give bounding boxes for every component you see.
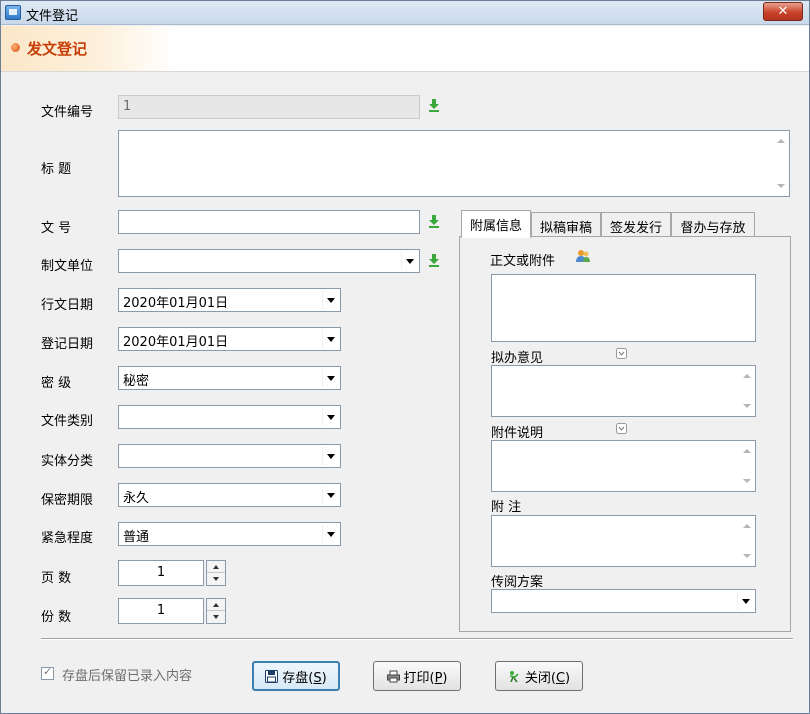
chevron-down-icon[interactable] [737, 592, 754, 610]
chevron-down-icon[interactable] [322, 525, 339, 543]
tab-panel: 正文或附件 拟办意见 附件说明 附 注 传阅方案 [459, 236, 791, 632]
dialog-window: 文件登记 ✕ 发文登记 文件编号 1 标 题 文 号 制文单位 行文日期 202… [0, 0, 810, 714]
tab-draft-review[interactable]: 拟稿审稿 [531, 212, 601, 237]
urgency-value: 普通 [123, 530, 150, 545]
secrecy-value: 秘密 [123, 374, 150, 389]
chevron-down-icon[interactable] [322, 408, 339, 426]
remarks-textarea[interactable] [491, 515, 756, 567]
body-attachment-label: 正文或附件 [490, 254, 556, 269]
draft-opinion-label: 拟办意见 [491, 351, 544, 366]
issue-date-picker[interactable]: 2020年01月01日 [118, 288, 341, 312]
people-icon[interactable] [576, 249, 590, 263]
chevron-down-icon[interactable] [322, 330, 339, 348]
draft-opinion-textarea[interactable] [491, 365, 756, 417]
chevron-down-icon[interactable] [322, 486, 339, 504]
pages-stepper[interactable]: 1 [118, 560, 228, 586]
register-date-label: 登记日期 [41, 337, 94, 352]
printer-icon [386, 670, 400, 682]
print-button-text: 打印( [403, 670, 435, 686]
pages-label: 页 数 [41, 571, 72, 586]
register-date-value: 2020年01月01日 [123, 335, 229, 350]
draft-opinion-scrollbar[interactable] [739, 366, 755, 416]
attachment-note-textarea[interactable] [491, 440, 756, 492]
register-date-picker[interactable]: 2020年01月01日 [118, 327, 341, 351]
tab-supervise-storage[interactable]: 督办与存放 [671, 212, 755, 237]
file-no-field[interactable]: 1 [118, 95, 420, 119]
title-bar: 文件登记 ✕ [1, 1, 809, 25]
issuing-unit-select[interactable] [118, 249, 420, 273]
doc-no-input[interactable] [118, 210, 420, 234]
print-button-close: ) [442, 670, 448, 686]
header-banner: 发文登记 [1, 26, 809, 72]
issuing-unit-label: 制文单位 [41, 259, 94, 274]
copies-label: 份 数 [41, 610, 72, 625]
lookup-icon[interactable] [428, 214, 440, 228]
remarks-scrollbar[interactable] [739, 516, 755, 566]
title-label: 标 题 [41, 162, 72, 177]
urgency-label: 紧急程度 [41, 531, 94, 546]
lookup-icon[interactable] [428, 98, 440, 112]
close-button-close: ) [565, 670, 571, 686]
category-label: 文件类别 [41, 414, 94, 429]
banner-tab: 发文登记 [1, 26, 173, 71]
footer-divider [41, 638, 793, 640]
pages-spin-buttons[interactable] [206, 560, 226, 586]
close-button[interactable]: 关闭(C) [495, 661, 583, 691]
retention-select[interactable]: 永久 [118, 483, 341, 507]
expand-icon[interactable] [616, 348, 627, 359]
page-title: 发文登记 [27, 40, 88, 58]
save-button-key: S [313, 670, 322, 686]
retention-label: 保密期限 [41, 493, 94, 508]
chevron-down-icon[interactable] [322, 291, 339, 309]
title-scrollbar[interactable] [773, 131, 789, 196]
close-button-text: 关闭( [524, 670, 556, 686]
entity-class-label: 实体分类 [41, 454, 94, 469]
attachment-note-scrollbar[interactable] [739, 441, 755, 491]
issue-date-value: 2020年01月01日 [123, 296, 229, 311]
circulation-plan-label: 传阅方案 [491, 575, 544, 590]
retention-value: 永久 [123, 491, 150, 506]
tab-sign-issue[interactable]: 签发发行 [601, 212, 671, 237]
remarks-label: 附 注 [491, 500, 522, 515]
window-close-button[interactable]: ✕ [763, 2, 803, 21]
chevron-down-icon[interactable] [401, 252, 418, 270]
title-textarea[interactable] [118, 130, 790, 197]
secrecy-label: 密 级 [41, 376, 72, 391]
tab-attached-info[interactable]: 附属信息 [461, 210, 531, 238]
copies-value[interactable]: 1 [118, 598, 204, 624]
app-icon [5, 5, 21, 20]
file-no-label: 文件编号 [41, 105, 94, 120]
doc-no-label: 文 号 [41, 221, 72, 236]
keep-content-label: 存盘后保留已录入内容 [62, 669, 193, 684]
save-button-close: ) [321, 670, 327, 686]
secrecy-select[interactable]: 秘密 [118, 366, 341, 390]
chevron-down-icon[interactable] [322, 447, 339, 465]
pages-value[interactable]: 1 [118, 560, 204, 586]
attachment-note-label: 附件说明 [491, 426, 544, 441]
expand-icon[interactable] [616, 423, 627, 434]
category-select[interactable] [118, 405, 341, 429]
lookup-icon[interactable] [428, 253, 440, 267]
copies-spin-buttons[interactable] [206, 598, 226, 624]
copies-stepper[interactable]: 1 [118, 598, 228, 624]
print-button[interactable]: 打印(P) [373, 661, 461, 691]
floppy-disk-icon [265, 669, 279, 683]
bullet-icon [11, 43, 20, 52]
chevron-down-icon[interactable] [322, 369, 339, 387]
save-button-text: 存盘( [282, 670, 314, 686]
exit-icon [509, 670, 519, 682]
body-attachment-list[interactable] [491, 274, 756, 342]
circulation-plan-select[interactable] [491, 589, 756, 613]
window-title: 文件登记 [26, 9, 79, 24]
save-button[interactable]: 存盘(S) [252, 661, 340, 691]
urgency-select[interactable]: 普通 [118, 522, 341, 546]
entity-class-select[interactable] [118, 444, 341, 468]
issue-date-label: 行文日期 [41, 298, 94, 313]
close-button-key: C [555, 670, 566, 686]
keep-content-checkbox[interactable] [41, 665, 54, 680]
